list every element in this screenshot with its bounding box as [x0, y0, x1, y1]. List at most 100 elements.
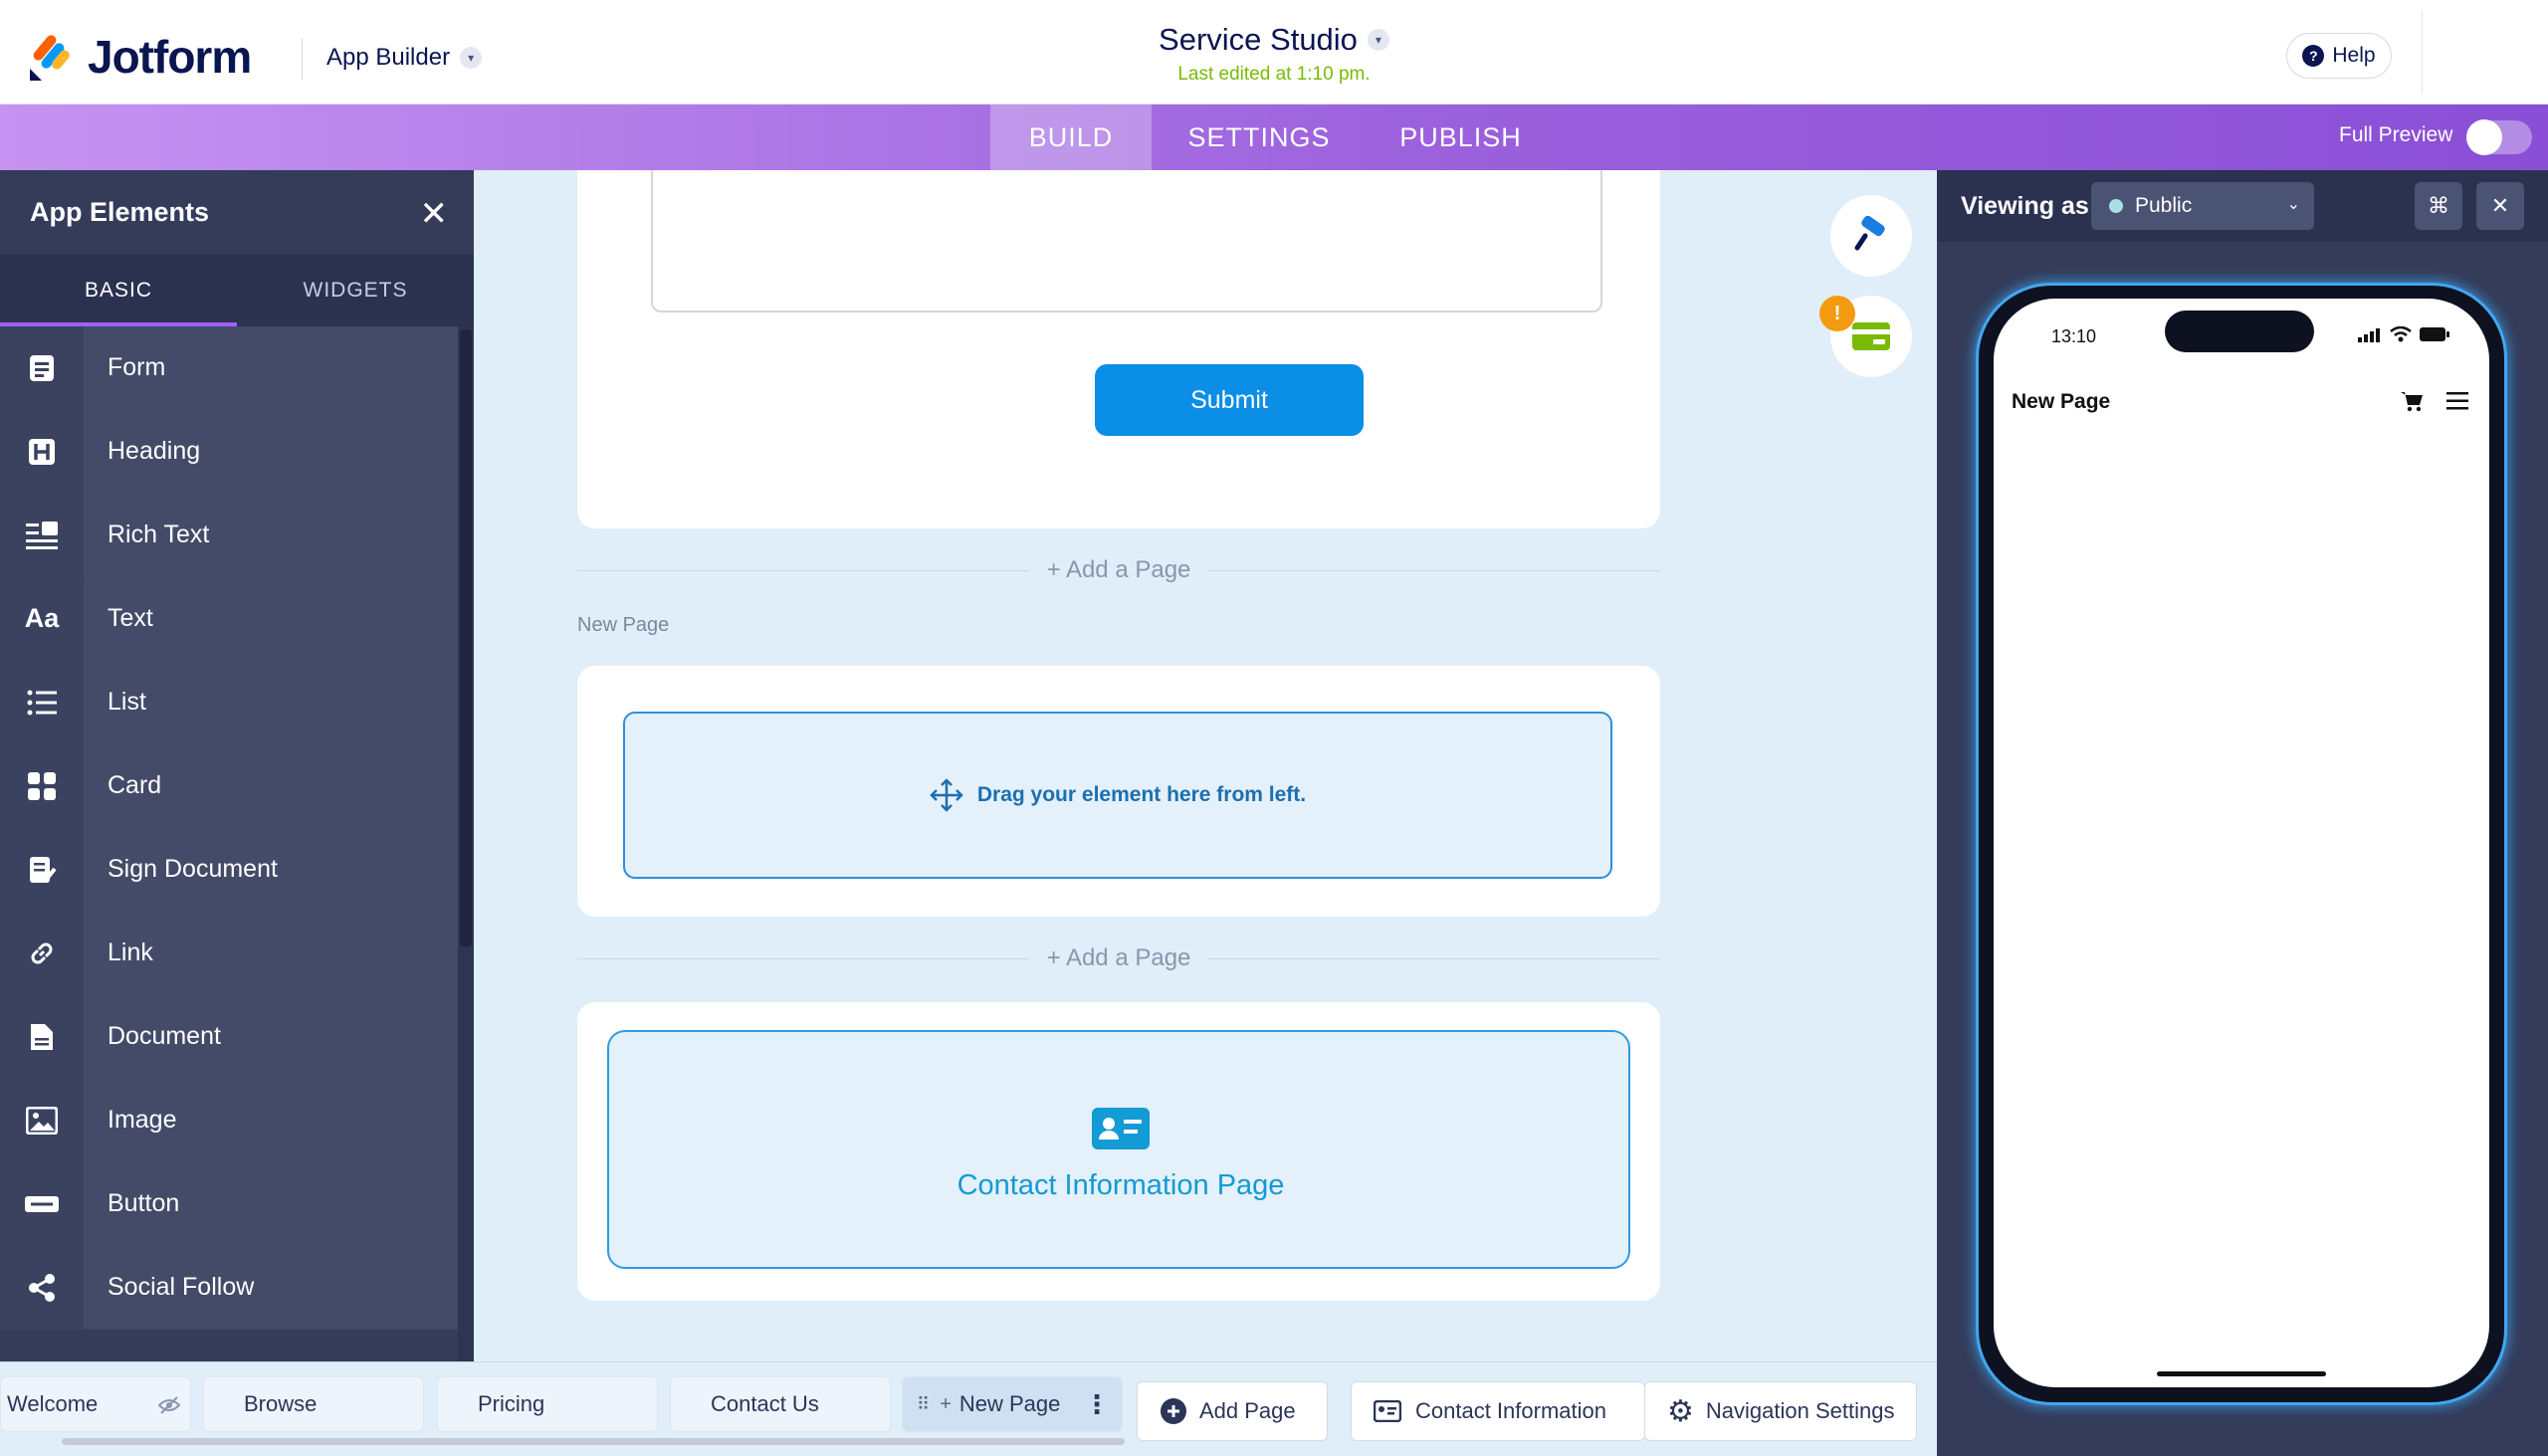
- role-select[interactable]: Public ⌄: [2091, 182, 2314, 230]
- phone-screen: 13:10 New Page: [1994, 299, 2489, 1387]
- page-tab-contact-us[interactable]: Contact Us: [670, 1376, 891, 1432]
- element-sign-document[interactable]: Sign Document: [0, 827, 458, 912]
- contact-information-button[interactable]: Contact Information: [1351, 1381, 1645, 1441]
- heading-icon: [29, 438, 55, 465]
- element-label: Rich Text: [107, 520, 210, 548]
- tab-build[interactable]: BUILD: [990, 104, 1152, 170]
- hamburger-menu-icon[interactable]: [2446, 392, 2468, 410]
- app-title-area: Service Studio ▾ Last edited at 1:10 pm.: [995, 22, 1553, 86]
- wifi-icon: [2390, 326, 2412, 342]
- page-tab-browse[interactable]: Browse: [203, 1376, 424, 1432]
- chevron-down-icon: ▾: [460, 47, 483, 69]
- contact-information-label: Contact Information: [1415, 1398, 1606, 1423]
- eye-off-icon: [158, 1396, 180, 1414]
- top-header: Jotform App Builder ▾ Service Studio ▾ L…: [0, 0, 2548, 104]
- app-elements-panel: App Elements ✕ BASIC WIDGETS Form Headin…: [0, 170, 474, 1361]
- element-rich-text[interactable]: Rich Text: [0, 493, 458, 577]
- jotform-logo[interactable]: Jotform: [26, 30, 252, 84]
- role-value: Public: [2135, 194, 2193, 217]
- element-label: List: [107, 688, 146, 716]
- preview-header: Viewing as Public ⌄ ⌘ ✕: [1937, 170, 2548, 242]
- tab-settings[interactable]: SETTINGS: [1160, 104, 1359, 170]
- viewing-as-label: Viewing as: [1961, 192, 2089, 220]
- element-label: Heading: [107, 437, 201, 465]
- tab-publish[interactable]: PUBLISH: [1369, 104, 1553, 170]
- tab-widgets[interactable]: WIDGETS: [237, 255, 474, 326]
- element-card[interactable]: Card: [0, 743, 458, 828]
- move-arrows-icon: [930, 778, 963, 812]
- question-icon: ?: [2302, 45, 2325, 67]
- help-label: Help: [2332, 44, 2376, 67]
- element-social-follow[interactable]: Social Follow: [0, 1245, 458, 1330]
- page-tab-welcome[interactable]: Welcome: [0, 1376, 191, 1432]
- page-tab-label: Welcome: [7, 1391, 99, 1416]
- last-edited-status: Last edited at 1:10 pm.: [1177, 64, 1371, 85]
- list-icon: [27, 690, 57, 715]
- panel-scrollbar-thumb[interactable]: [460, 329, 472, 946]
- chevron-down-icon: ⌄: [2286, 196, 2300, 213]
- designer-button[interactable]: [1830, 195, 1912, 277]
- app-builder-label: App Builder: [326, 44, 451, 71]
- close-icon[interactable]: ✕: [420, 194, 449, 234]
- element-list: Form Heading Rich Text Aa Text List Card…: [0, 325, 458, 1330]
- textarea-field[interactable]: [651, 170, 1602, 312]
- contact-page-title: Contact Information Page: [956, 1169, 1285, 1201]
- page-tab-pricing[interactable]: Pricing: [437, 1376, 658, 1432]
- header-divider: [302, 38, 303, 80]
- rich-text-icon: [26, 520, 58, 549]
- submit-button[interactable]: Submit: [1095, 364, 1364, 436]
- status-dot: [2109, 199, 2123, 213]
- page-tabs-scrollbar[interactable]: [62, 1438, 1125, 1445]
- main-nav: BUILD SETTINGS PUBLISH: [0, 104, 2548, 170]
- app-title-text: Service Studio: [1159, 22, 1358, 57]
- plus-circle-icon: [1161, 1398, 1186, 1424]
- cart-icon[interactable]: [2400, 390, 2424, 412]
- link-icon: [31, 942, 53, 963]
- element-link[interactable]: Link: [0, 911, 458, 995]
- element-label: Sign Document: [107, 855, 278, 883]
- app-title[interactable]: Service Studio ▾: [1159, 22, 1389, 58]
- form-icon: [30, 354, 54, 381]
- new-page-card: Drag your element here from left.: [577, 666, 1660, 917]
- contact-page-card: Contact Information Page: [577, 1002, 1660, 1301]
- add-page-link[interactable]: + Add a Page: [1029, 552, 1208, 588]
- element-label: Card: [107, 771, 162, 799]
- dynamic-island: [2165, 311, 2314, 352]
- contact-information-page[interactable]: Contact Information Page: [607, 1030, 1630, 1269]
- drop-zone[interactable]: Drag your element here from left.: [623, 712, 1612, 879]
- drop-zone-text: Drag your element here from left.: [976, 783, 1307, 806]
- brand-name: Jotform: [88, 31, 252, 83]
- panel-tabs: BASIC WIDGETS: [0, 255, 474, 326]
- sign-document-icon: [30, 856, 57, 883]
- app-builder-menu[interactable]: App Builder ▾: [326, 44, 483, 72]
- panel-title: App Elements: [30, 197, 210, 227]
- element-list[interactable]: List: [0, 660, 458, 744]
- drag-handle-icon[interactable]: ⠿: [917, 1394, 930, 1415]
- phone-clock: 13:10: [2051, 326, 2097, 346]
- paint-roller-icon: [1854, 216, 1885, 251]
- phone-page-title: New Page: [2012, 390, 2111, 413]
- page-tab-new-page[interactable]: ⠿ + New Page ⋮: [902, 1376, 1123, 1432]
- element-document[interactable]: Document: [0, 994, 458, 1079]
- add-page-button[interactable]: Add Page: [1137, 1381, 1328, 1441]
- element-text[interactable]: Aa Text: [0, 576, 458, 661]
- warning-badge: !: [1819, 296, 1855, 331]
- element-form[interactable]: Form: [0, 325, 458, 410]
- element-button[interactable]: Button: [0, 1161, 458, 1246]
- page-tabs-bar: Welcome Browse Pricing Contact Us ⠿ + Ne…: [0, 1361, 1937, 1456]
- text-aa-icon: Aa: [24, 603, 60, 633]
- add-page-label: Add Page: [1199, 1398, 1296, 1423]
- more-vertical-icon[interactable]: ⋮: [1084, 1389, 1110, 1420]
- close-preview-button[interactable]: ✕: [2476, 182, 2524, 230]
- tab-basic[interactable]: BASIC: [0, 255, 237, 326]
- navigation-settings-button[interactable]: ⚙ Navigation Settings: [1644, 1381, 1917, 1441]
- add-page-link[interactable]: + Add a Page: [1029, 940, 1208, 976]
- element-label: Social Follow: [107, 1273, 255, 1301]
- help-button[interactable]: ? Help: [2286, 33, 2392, 79]
- qr-code-button[interactable]: ⌘: [2415, 182, 2462, 230]
- signal-icon: [2358, 328, 2380, 342]
- element-heading[interactable]: Heading: [0, 409, 458, 494]
- contact-card-icon: [1092, 1108, 1150, 1149]
- element-image[interactable]: Image: [0, 1078, 458, 1162]
- qr-code-icon: ⌘: [2428, 193, 2449, 218]
